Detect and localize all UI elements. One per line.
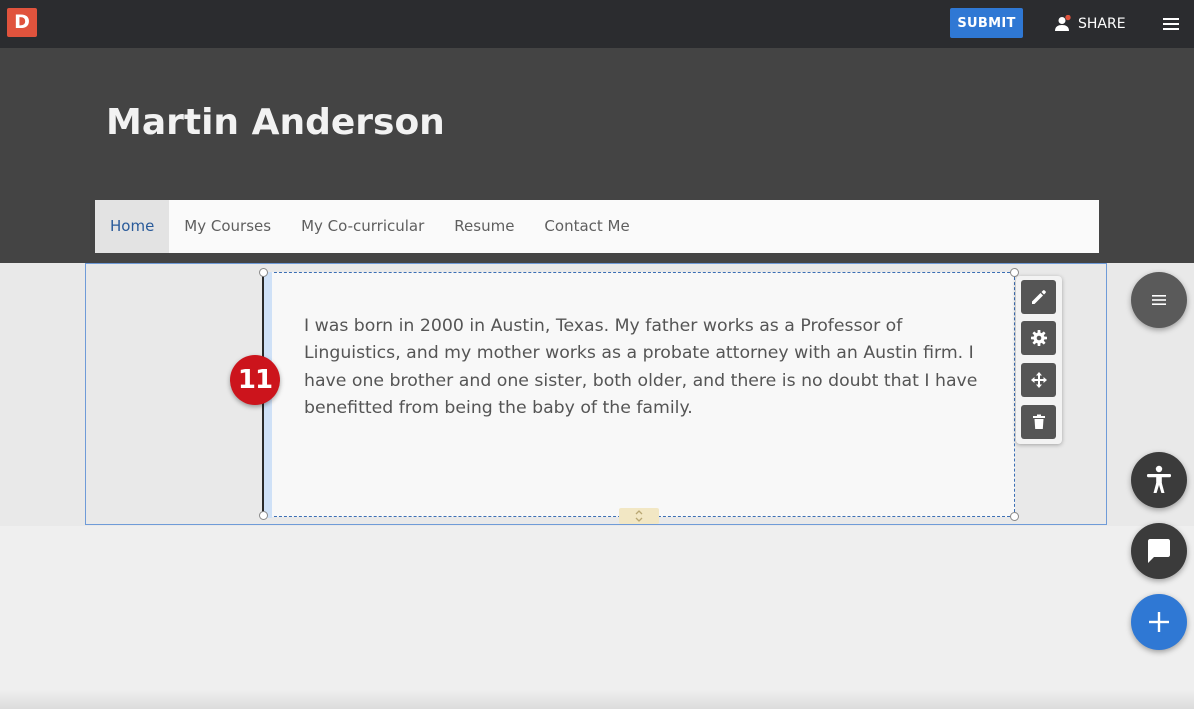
chat-button[interactable] [1131,523,1187,579]
site-title: Martin Anderson [106,102,445,143]
edit-button[interactable] [1021,280,1056,314]
add-button[interactable] [1131,594,1187,650]
site-header: Martin Anderson Home My Courses My Co-cu… [0,48,1194,263]
nav-item-my-co-curricular[interactable]: My Co-curricular [286,200,439,253]
chat-bubble-icon [1148,539,1170,563]
move-icon [1030,372,1047,388]
top-bar: D SUBMIT SHARE [0,0,1194,48]
submit-button[interactable]: SUBMIT [950,8,1023,38]
resize-handle-bottom-left[interactable] [259,511,268,520]
settings-button[interactable] [1021,321,1056,355]
bottom-shade [0,690,1194,709]
nav-item-contact-me[interactable]: Contact Me [529,200,644,253]
resize-handle-bottom-right[interactable] [1010,512,1019,521]
app-logo[interactable]: D [7,8,37,37]
block-toolbar [1016,276,1062,444]
section-menu-button[interactable] [1131,272,1187,328]
delete-button[interactable] [1021,405,1056,439]
accessibility-button[interactable] [1131,452,1187,508]
trash-icon [1032,414,1045,429]
resize-handle-top-left[interactable] [259,268,268,277]
share-label: SHARE [1078,16,1126,32]
accessibility-icon [1147,465,1171,493]
share-button[interactable]: SHARE [1054,12,1126,36]
site-nav: Home My Courses My Co-curricular Resume … [95,200,1099,253]
bio-text[interactable]: I was born in 2000 in Austin, Texas. My … [304,313,994,422]
nav-item-home[interactable]: Home [95,200,170,253]
list-icon [1152,295,1166,305]
nav-item-resume[interactable]: Resume [439,200,529,253]
plus-icon [1149,612,1169,632]
height-resize-handle[interactable] [619,508,659,524]
step-badge: 11 [230,355,280,405]
nav-item-my-courses[interactable]: My Courses [169,200,286,253]
resize-vertical-icon [635,510,643,522]
pencil-icon [1031,290,1046,304]
gear-icon [1030,330,1047,346]
hamburger-menu-icon[interactable] [1162,15,1180,33]
move-button[interactable] [1021,363,1056,397]
user-notification-icon [1055,15,1071,31]
